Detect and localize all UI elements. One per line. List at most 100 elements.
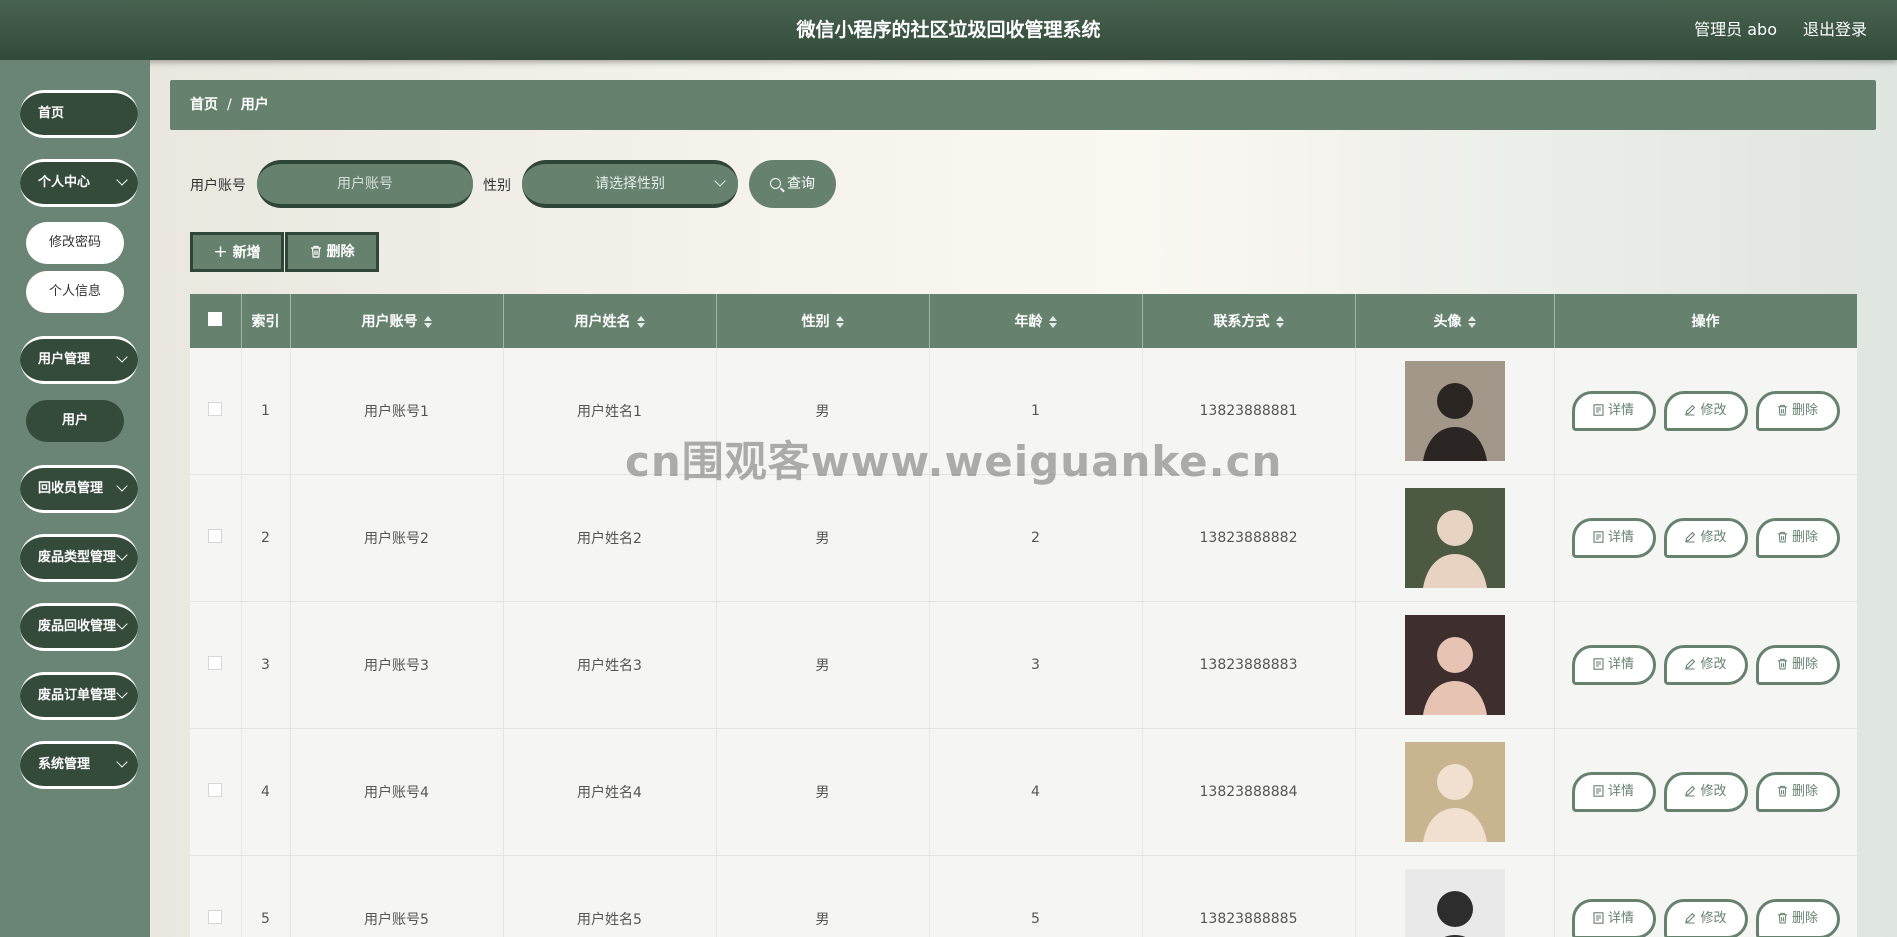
sort-icon[interactable] <box>1048 316 1057 328</box>
header-label: 性别 <box>801 314 830 330</box>
detail-button[interactable]: 详情 <box>1571 899 1656 937</box>
avatar-image <box>1404 361 1505 461</box>
sort-icon[interactable] <box>835 316 844 328</box>
row-delete-button[interactable]: 删除 <box>1755 645 1840 685</box>
header-label: 年龄 <box>1014 314 1043 330</box>
sort-icon[interactable] <box>423 316 432 328</box>
sort-icon[interactable] <box>1467 316 1476 328</box>
edit-button[interactable]: 修改 <box>1663 772 1748 812</box>
sidebar-subitem-change-password[interactable]: 修改密码 <box>26 222 124 264</box>
header-actions: 操作 <box>1554 294 1857 348</box>
sort-icon[interactable] <box>1275 316 1284 328</box>
row-delete-button[interactable]: 删除 <box>1755 772 1840 812</box>
sidebar-item-label: 系统管理 <box>38 757 91 772</box>
row-delete-button-label: 删除 <box>1791 657 1818 672</box>
cell-index: 4 <box>241 728 291 856</box>
cell-age: 2 <box>929 474 1143 602</box>
sidebar-item-waste-recycle-management[interactable]: 废品回收管理 <box>20 603 138 651</box>
sidebar-subitem-user[interactable]: 用户 <box>26 400 124 442</box>
header-gender[interactable]: 性别 <box>716 294 930 348</box>
sidebar-item-home[interactable]: 首页 <box>20 90 138 138</box>
detail-button[interactable]: 详情 <box>1571 645 1656 685</box>
row-select-cell <box>190 728 242 856</box>
account-search-input[interactable] <box>257 160 473 208</box>
row-checkbox[interactable] <box>208 656 223 670</box>
chevron-down-icon <box>116 351 128 363</box>
sidebar-item-user-management[interactable]: 用户管理 <box>20 336 138 384</box>
trash-icon <box>310 245 321 258</box>
current-user-label: 管理员 abo <box>1694 20 1777 39</box>
breadcrumb-home[interactable]: 首页 <box>190 97 218 113</box>
sidebar: 首页 个人中心 修改密码 个人信息 用户管理 用户 回收员管理 废品类型管理 废… <box>0 60 150 937</box>
document-icon <box>1593 658 1604 670</box>
add-button[interactable]: + 新增 <box>190 232 284 272</box>
document-icon <box>1593 912 1604 924</box>
header-account[interactable]: 用户账号 <box>290 294 504 348</box>
document-icon <box>1593 785 1604 797</box>
detail-button[interactable]: 详情 <box>1571 391 1656 431</box>
cell-actions: 详情 修改 删除 <box>1554 728 1857 856</box>
sidebar-item-recycler-management[interactable]: 回收员管理 <box>20 465 138 513</box>
cell-phone: 13823888883 <box>1142 601 1356 729</box>
cell-account: 用户账号4 <box>290 728 504 856</box>
cell-phone: 13823888885 <box>1142 855 1356 937</box>
header-label: 用户账号 <box>361 314 418 330</box>
sidebar-item-label: 首页 <box>38 106 65 121</box>
edit-button[interactable]: 修改 <box>1663 645 1748 685</box>
row-delete-button[interactable]: 删除 <box>1755 899 1840 937</box>
row-checkbox[interactable] <box>208 529 223 543</box>
cell-account: 用户账号2 <box>290 474 504 602</box>
edit-button[interactable]: 修改 <box>1663 391 1748 431</box>
gender-select[interactable]: 请选择性别 <box>522 160 738 208</box>
cell-name: 用户姓名2 <box>503 474 717 602</box>
edit-button-label: 修改 <box>1700 911 1727 926</box>
detail-button[interactable]: 详情 <box>1571 518 1656 558</box>
row-delete-button-label: 删除 <box>1791 911 1818 926</box>
row-checkbox[interactable] <box>208 783 223 797</box>
header-name[interactable]: 用户姓名 <box>503 294 717 348</box>
sort-icon[interactable] <box>636 316 645 328</box>
sidebar-item-label: 用户管理 <box>38 352 91 367</box>
table-header-row: 索引 用户账号 用户姓名 性别 年龄 联系方式 头像 操作 <box>190 294 1857 348</box>
pen-icon <box>1685 912 1696 924</box>
header-age[interactable]: 年龄 <box>929 294 1143 348</box>
chevron-down-icon <box>116 174 128 186</box>
edit-button-label: 修改 <box>1700 403 1727 418</box>
pen-icon <box>1685 785 1696 797</box>
row-checkbox[interactable] <box>208 910 223 924</box>
cell-name: 用户姓名1 <box>503 348 717 475</box>
row-checkbox[interactable] <box>208 402 223 416</box>
sidebar-item-personal-center[interactable]: 个人中心 <box>20 159 138 207</box>
sidebar-item-waste-type-management[interactable]: 废品类型管理 <box>20 534 138 582</box>
pen-icon <box>1685 531 1696 543</box>
cell-actions: 详情 修改 删除 <box>1554 855 1857 937</box>
trash-icon <box>1777 658 1788 670</box>
cell-avatar <box>1355 855 1555 937</box>
detail-button-label: 详情 <box>1607 657 1634 672</box>
cell-name: 用户姓名4 <box>503 728 717 856</box>
delete-button[interactable]: 删除 <box>285 232 379 272</box>
detail-button[interactable]: 详情 <box>1571 772 1656 812</box>
detail-button-label: 详情 <box>1607 911 1634 926</box>
header-label: 头像 <box>1433 314 1462 330</box>
sidebar-item-label: 回收员管理 <box>38 481 104 496</box>
table-row: 3 用户账号3 用户姓名3 男 3 13823888883 详情 修改 删除 <box>190 601 1857 729</box>
cell-age: 5 <box>929 855 1143 937</box>
cell-age: 1 <box>929 348 1143 475</box>
sidebar-item-waste-order-management[interactable]: 废品订单管理 <box>20 672 138 720</box>
header-avatar[interactable]: 头像 <box>1355 294 1555 348</box>
top-header: 微信小程序的社区垃圾回收管理系统 管理员 abo 退出登录 <box>0 0 1897 60</box>
avatar-image <box>1404 742 1505 842</box>
query-button[interactable]: 查询 <box>749 160 836 208</box>
row-delete-button[interactable]: 删除 <box>1755 518 1840 558</box>
select-all-checkbox[interactable] <box>208 312 223 326</box>
sidebar-subitem-personal-info[interactable]: 个人信息 <box>26 271 124 313</box>
row-delete-button[interactable]: 删除 <box>1755 391 1840 431</box>
edit-button[interactable]: 修改 <box>1663 899 1748 937</box>
header-phone[interactable]: 联系方式 <box>1142 294 1356 348</box>
edit-button[interactable]: 修改 <box>1663 518 1748 558</box>
cell-avatar <box>1355 474 1555 602</box>
cell-avatar <box>1355 348 1555 475</box>
logout-link[interactable]: 退出登录 <box>1803 0 1867 60</box>
sidebar-item-system-management[interactable]: 系统管理 <box>20 741 138 789</box>
